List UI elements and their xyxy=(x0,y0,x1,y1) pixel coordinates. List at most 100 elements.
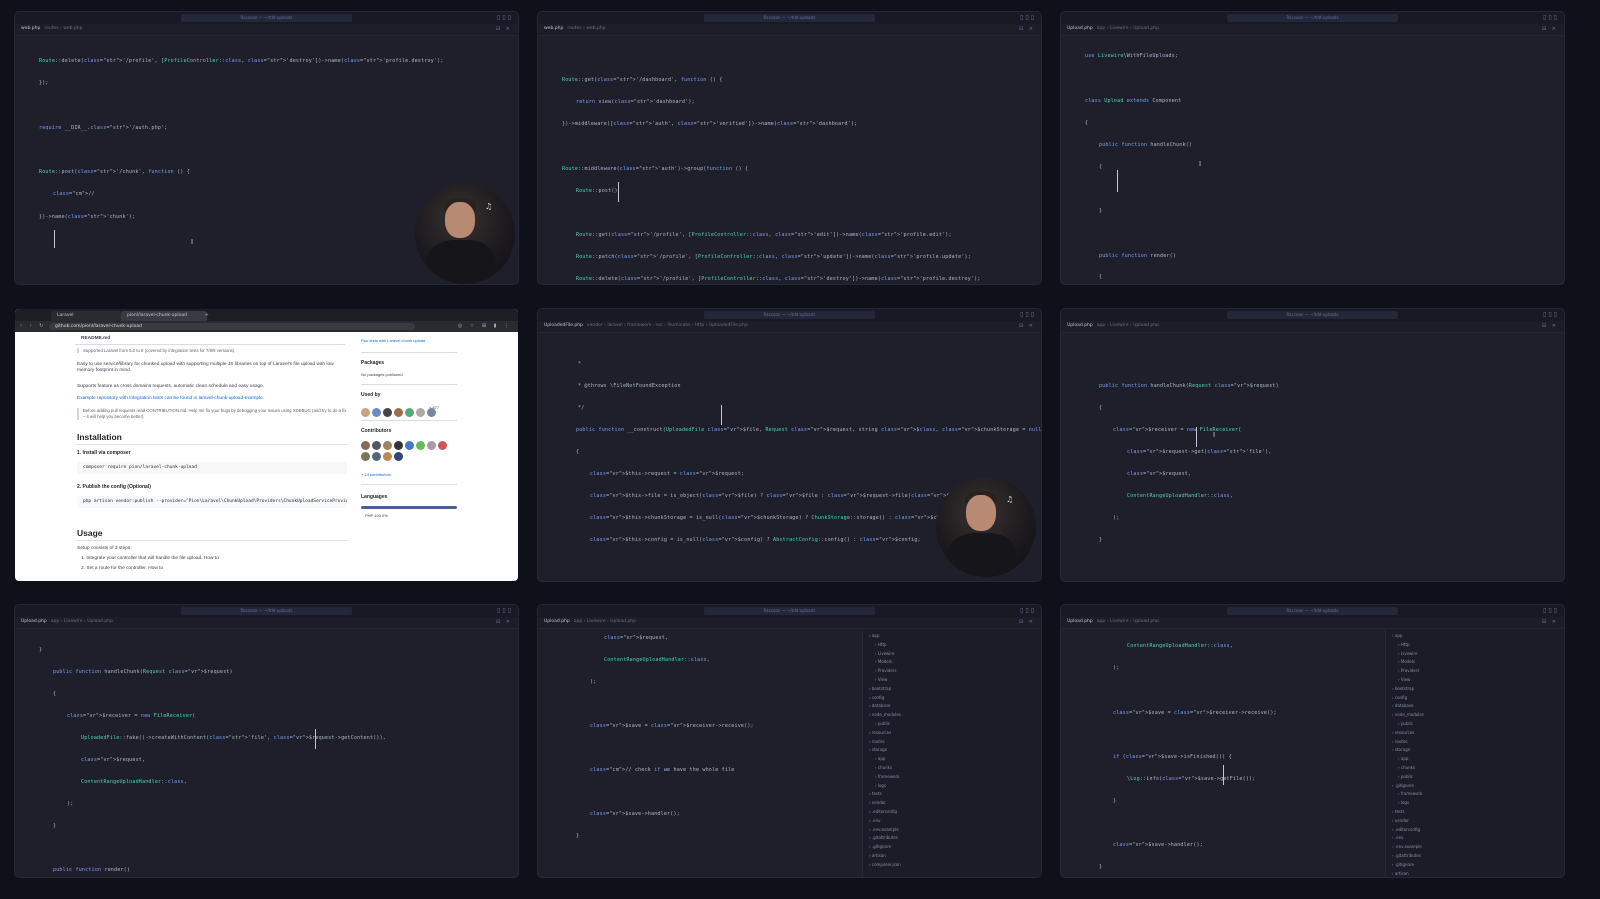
file-tree-item[interactable]: › .editorconfig xyxy=(869,809,897,814)
command-search[interactable]: Raccoon — ~/tdd-uploads xyxy=(1226,607,1398,615)
layout-icons[interactable]: ▯▯▯ xyxy=(1020,607,1036,614)
code-line[interactable]: UploadedFile::fake()->createWithContent(… xyxy=(81,735,386,741)
code-line[interactable]: if (class="vr">$save->isFinished()) { xyxy=(1113,754,1232,760)
packages-heading[interactable]: Packages xyxy=(361,360,384,366)
code-line[interactable]: } xyxy=(1099,864,1102,870)
split-icon[interactable]: ⊟ ✕ xyxy=(1019,26,1035,32)
code-line[interactable]: class="vr">$save = class="vr">$receiver-… xyxy=(1113,710,1277,716)
code-line[interactable]: } xyxy=(1099,208,1102,214)
code-line[interactable]: } xyxy=(1099,537,1102,543)
code-line[interactable]: class="vr">$this->request = class="vr">$… xyxy=(590,471,744,477)
command-search[interactable]: Raccoon — ~/tdd-uploads xyxy=(180,607,352,615)
code-line[interactable]: Route::get(class="str">'/profile', [Prof… xyxy=(576,232,952,238)
file-tree-item[interactable]: › app xyxy=(1392,633,1402,638)
split-icon[interactable]: ⊟ ✕ xyxy=(1019,619,1035,625)
command-search[interactable]: Raccoon — ~/tdd-uploads xyxy=(180,14,352,22)
code-line[interactable]: ContentRangeUploadHandler::class, xyxy=(81,779,187,785)
file-tree-item[interactable]: › artisan xyxy=(1392,871,1409,876)
browser-tab-laravel[interactable]: Laravel xyxy=(51,311,123,321)
file-tree-item[interactable]: › logs xyxy=(875,783,886,788)
code-line[interactable]: class="cm">// check if we have the whole… xyxy=(590,767,734,773)
file-tree-item[interactable]: › public xyxy=(875,721,890,726)
file-tree-item[interactable]: › Http xyxy=(1398,642,1410,647)
file-tree-item[interactable]: › .env xyxy=(869,818,881,823)
code-line[interactable]: public function handleChunk(Request clas… xyxy=(53,669,233,675)
file-tree-item[interactable]: › Livewire xyxy=(1398,651,1417,656)
file-tree-item[interactable]: › composer.json xyxy=(869,862,901,867)
code-line[interactable]: class="vr">$this->chunkStorage = is_null… xyxy=(590,515,975,521)
code-line[interactable]: class="vr">$this->file = is_object(class… xyxy=(590,493,969,499)
code-line[interactable]: ContentRangeUploadHandler::class, xyxy=(604,657,710,663)
file-tree-item[interactable]: › public xyxy=(1398,721,1413,726)
code-line[interactable]: ); xyxy=(1113,515,1119,521)
code-line[interactable]: public function handleChunk(Request clas… xyxy=(1099,383,1279,389)
code-line[interactable]: ); xyxy=(590,679,596,685)
code-line[interactable]: } xyxy=(576,833,579,839)
code-line[interactable]: */ xyxy=(578,405,584,411)
command-search[interactable]: Raccoon — ~/tdd-uploads xyxy=(1226,14,1398,22)
command-search[interactable]: Raccoon — ~/tdd-uploads xyxy=(703,607,875,615)
code-area[interactable]: Route::get(class="str">'/dashboard', fun… xyxy=(538,36,1041,284)
layout-icons[interactable]: ▯▯▯ xyxy=(1543,311,1559,318)
file-tree-item[interactable]: › logs xyxy=(1398,800,1409,805)
code-area[interactable]: class="vr">$request, ContentRangeUploadHa… xyxy=(538,629,863,877)
contributors-count[interactable]: + 14 contributors xyxy=(361,472,391,477)
usage-step-1[interactable]: 1. Integrate your controller that will h… xyxy=(81,556,219,561)
code-line[interactable]: class="vr">$request, xyxy=(604,635,668,641)
code-line[interactable]: Route::post(class="str">'/chunk', functi… xyxy=(39,169,190,175)
file-tree-item[interactable]: › View xyxy=(1398,677,1410,682)
file-tree-item[interactable]: › chunks xyxy=(1398,765,1415,770)
file-tree-item[interactable]: › app xyxy=(869,633,879,638)
editor-tab[interactable]: web.php routes › web.php xyxy=(544,26,606,31)
code-line[interactable]: })->name(class="str">'chunk'); xyxy=(39,214,135,220)
split-icon[interactable]: ⊟ ✕ xyxy=(496,619,512,625)
code-line[interactable]: public function handleChunk() xyxy=(1099,142,1192,148)
file-tree[interactable]: › app › Http › Livewire › Models › Providers… xyxy=(1385,629,1564,877)
file-tree-item[interactable]: › Models xyxy=(1398,659,1415,664)
file-tree-item[interactable]: › artisan xyxy=(869,853,886,858)
file-tree-item[interactable]: › .gitignore xyxy=(869,844,891,849)
split-icon[interactable]: ⊟ ✕ xyxy=(1542,26,1558,32)
file-tree-item[interactable]: › framework xyxy=(1398,791,1422,796)
code-area[interactable]: } public function handleChunk(Request cla… xyxy=(15,629,518,877)
publish-command[interactable]: php artisan vendor:publish --provider="P… xyxy=(77,496,347,508)
file-tree-item[interactable]: › routes xyxy=(869,739,885,744)
file-tree-item[interactable]: › storage xyxy=(1392,747,1410,752)
code-line[interactable]: class="vr">$request, xyxy=(81,757,145,763)
command-search[interactable]: Raccoon — ~/tdd-uploads xyxy=(703,14,875,22)
code-line[interactable]: class="vr">$save->handler(); xyxy=(590,811,680,817)
code-line[interactable]: require __DIR__.class="str">'/auth.php'; xyxy=(39,125,167,131)
file-tree-item[interactable]: › Providers xyxy=(1398,668,1419,673)
browser-tab-github[interactable]: pionl/laravel-chunk-upload xyxy=(121,311,207,321)
code-line[interactable]: { xyxy=(1099,405,1102,411)
code-line[interactable]: class="vr">$receiver = new FileReceiver( xyxy=(1113,427,1241,433)
file-tree-item[interactable]: › storage xyxy=(869,747,887,752)
file-tree-item[interactable]: › bootstrap xyxy=(1392,686,1414,691)
code-line[interactable]: ContentRangeUploadHandler::class, xyxy=(1127,643,1233,649)
code-line[interactable]: * @throws \FileNotFoundException xyxy=(578,383,681,389)
layout-icons[interactable]: ▯▯▯ xyxy=(1543,607,1559,614)
used-by-heading[interactable]: Used by xyxy=(361,392,380,398)
code-line[interactable]: { xyxy=(576,449,579,455)
file-tree[interactable]: › app › Http › Livewire › Models › Providers… xyxy=(862,629,1041,877)
usage-step-2[interactable]: 2. Set a route for the controller. How t… xyxy=(81,566,163,571)
file-tree-item[interactable]: › node_modules xyxy=(869,712,901,717)
file-tree-item[interactable]: › config xyxy=(869,695,884,700)
code-line[interactable]: { xyxy=(1099,164,1102,170)
file-tree-item[interactable]: › database xyxy=(1392,703,1413,708)
code-line[interactable]: Route::delete(class="str">'/profile', [P… xyxy=(39,58,444,64)
code-line[interactable]: class="vr">$receiver = new FileReceiver( xyxy=(67,713,195,719)
split-icon[interactable]: ⊟ ✕ xyxy=(1542,323,1558,329)
file-tree-item[interactable]: › .env xyxy=(1392,835,1404,840)
file-tree-item[interactable]: › tests xyxy=(869,791,882,796)
file-tree-item[interactable]: › .env.example xyxy=(869,827,899,832)
code-line[interactable]: class="vr">$this->config = is_null(class… xyxy=(590,537,921,543)
code-line[interactable]: { xyxy=(1085,120,1088,126)
file-tree-item[interactable]: › View xyxy=(875,677,887,682)
file-tree-item[interactable]: › vendor xyxy=(869,800,886,805)
file-tree-item[interactable]: › .editorconfig xyxy=(1392,827,1420,832)
code-line[interactable]: { xyxy=(1099,274,1102,280)
editor-tab[interactable]: Upload.php app › Livewire › Upload.php xyxy=(544,619,636,624)
example-repo-link[interactable]: Example repository with integration test… xyxy=(77,396,264,401)
code-line[interactable]: Route::get(class="str">'/dashboard', fun… xyxy=(562,77,723,83)
